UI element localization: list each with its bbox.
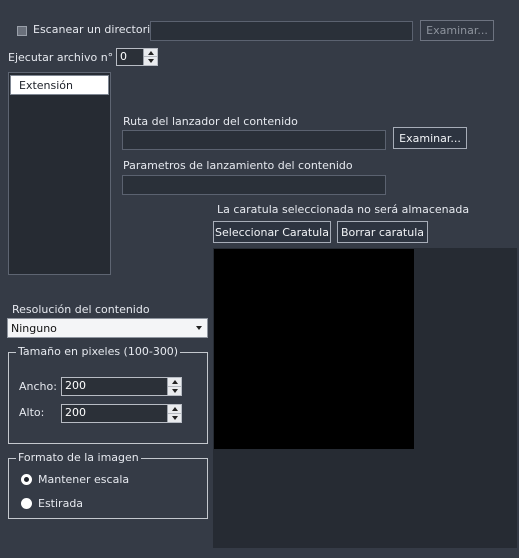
chevron-down-icon[interactable]: [192, 320, 206, 336]
stretch-label: Estirada: [38, 497, 84, 510]
height-stepper[interactable]: 200: [61, 404, 182, 423]
launch-params-input[interactable]: [122, 175, 386, 195]
image-format-group-title: Formato de la imagen: [16, 451, 141, 464]
scan-browse-button[interactable]: Examinar...: [420, 20, 494, 41]
launcher-path-input[interactable]: [122, 130, 386, 150]
pixel-size-group: [8, 352, 208, 444]
delete-cover-button[interactable]: Borrar caratula: [337, 221, 428, 243]
launcher-browse-button[interactable]: Examinar...: [393, 127, 467, 149]
resolution-selected-value: Ninguno: [11, 322, 57, 335]
width-label: Ancho:: [19, 380, 57, 393]
cover-preview-image: [214, 249, 414, 449]
height-label: Alto:: [19, 406, 45, 419]
height-value: 200: [65, 406, 86, 419]
scan-directory-path-input[interactable]: [150, 21, 413, 41]
stretch-radio[interactable]: [21, 498, 32, 509]
stepper-down-icon[interactable]: [144, 57, 157, 65]
keep-scale-label: Mantener escala: [38, 473, 130, 486]
execute-file-stepper[interactable]: 0: [116, 48, 158, 66]
scan-directory-label: Escanear un directorio: [33, 23, 157, 36]
stepper-up-icon[interactable]: [144, 49, 157, 57]
extension-header-label: Extensión: [19, 79, 74, 92]
resolution-select[interactable]: Ninguno: [7, 318, 208, 338]
select-cover-button[interactable]: Seleccionar Caratula: [213, 221, 331, 243]
extension-list-header[interactable]: Extensión: [10, 75, 109, 95]
keep-scale-radio[interactable]: [21, 474, 32, 485]
stepper-up-icon[interactable]: [168, 405, 181, 414]
stepper-up-icon[interactable]: [168, 378, 181, 387]
pixel-size-group-title: Tamaño en pixeles (100-300): [16, 345, 181, 358]
resolution-label: Resolución del contenido: [12, 303, 150, 316]
launcher-path-label: Ruta del lanzador del contenido: [123, 115, 298, 128]
cover-preview-panel: [213, 248, 517, 548]
launch-params-label: Parametros de lanzamiento del contenido: [123, 159, 353, 172]
stepper-down-icon[interactable]: [168, 387, 181, 396]
cover-notice-text: La caratula seleccionada no será almacen…: [217, 203, 470, 216]
stepper-down-icon[interactable]: [168, 414, 181, 423]
width-value: 200: [65, 379, 86, 392]
scan-directory-checkbox[interactable]: [17, 26, 27, 36]
execute-file-label: Ejecutar archivo n°: [8, 51, 114, 64]
width-stepper[interactable]: 200: [61, 377, 182, 396]
extension-list[interactable]: Extensión: [8, 72, 111, 275]
execute-file-value: 0: [120, 50, 127, 63]
